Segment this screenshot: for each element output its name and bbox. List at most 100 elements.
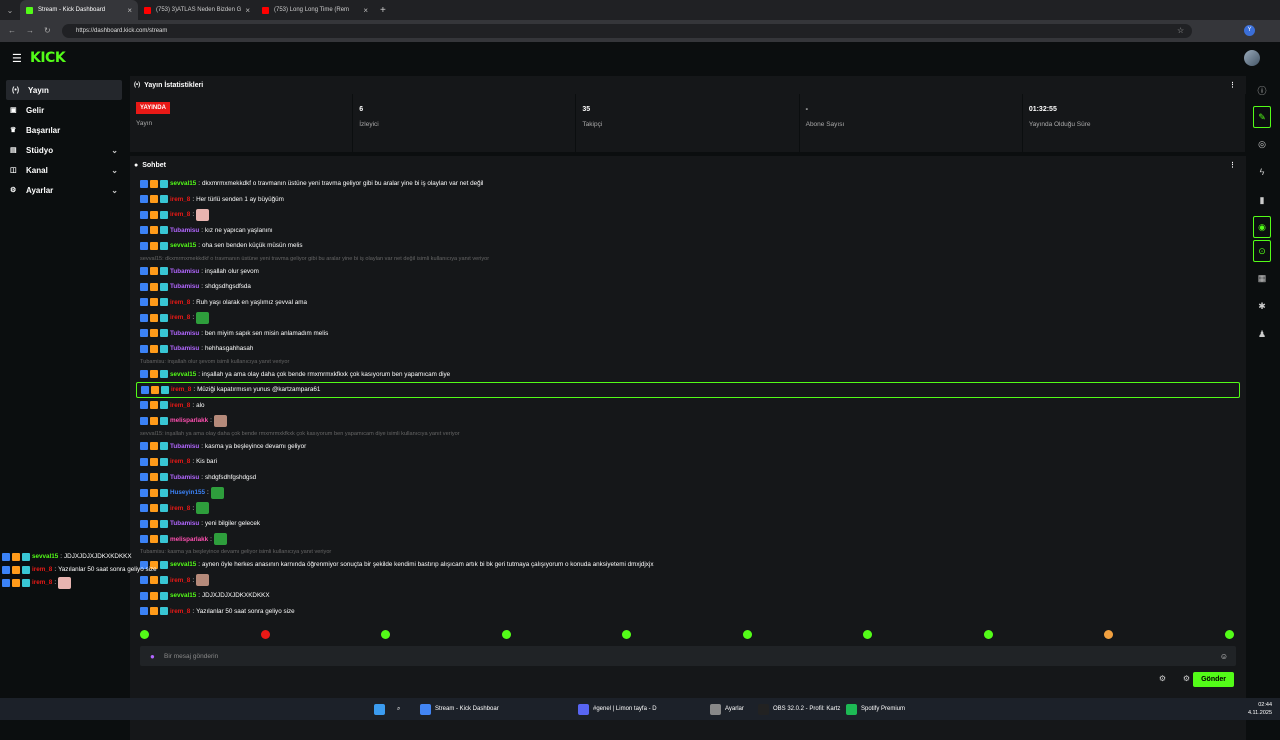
emote-icon[interactable] [502, 630, 511, 639]
emote-icon[interactable] [622, 630, 631, 639]
chat-username[interactable]: irem_8 [170, 211, 190, 218]
mod-icon[interactable]: ▦ [1250, 264, 1274, 292]
sidebar-item-5[interactable]: ⚙Ayarlar⌄ [0, 180, 128, 200]
profile-icon[interactable]: Y [1244, 25, 1255, 36]
mic-icon[interactable]: ● [150, 652, 155, 661]
wrench-icon[interactable]: ✱ [1250, 292, 1274, 320]
chat-username[interactable]: melisparlakk [170, 417, 208, 424]
close-icon[interactable]: × [127, 6, 132, 15]
taskbar-app[interactable]: #genel | Limon tayfa - D [578, 702, 657, 716]
chat-username[interactable]: sevval15 [32, 553, 58, 560]
chat-username[interactable]: Tubamisu [170, 227, 199, 234]
edit-icon[interactable]: ✎ [1253, 106, 1271, 128]
avatar[interactable] [1244, 50, 1260, 66]
browser-tab[interactable]: Stream - Kick Dashboard× [20, 0, 138, 20]
browser-tabstrip: ⌄ Stream - Kick Dashboard×(753) 3)ATLAS … [0, 0, 1280, 20]
camera-icon[interactable]: ◎ [1250, 130, 1274, 158]
chat-username[interactable]: Tubamisu [170, 345, 199, 352]
emote-icon[interactable] [984, 630, 993, 639]
crown-badge-icon [150, 329, 158, 337]
chat-username[interactable]: irem_8 [170, 608, 190, 615]
chat-username[interactable]: sevval15 [170, 592, 196, 599]
sidebar-item-3[interactable]: ▤Stüdyo⌄ [0, 140, 128, 160]
chat-username[interactable]: Huseyin155 [170, 489, 205, 496]
menu-icon[interactable]: ☰ [12, 52, 22, 65]
chevron-down-icon[interactable]: ⌄ [111, 166, 118, 175]
chat-username[interactable]: irem_8 [32, 566, 52, 573]
chat-username[interactable]: irem_8 [170, 458, 190, 465]
chat-username[interactable]: Tubamisu [170, 520, 199, 527]
info-icon[interactable]: ⓘ [1250, 76, 1274, 104]
chat-username[interactable]: sevval15 [170, 561, 196, 568]
chat-separator: : [198, 180, 200, 187]
chat-username[interactable]: irem_8 [170, 402, 190, 409]
sidebar-item-label: Başarılar [26, 126, 60, 135]
sidebar-item-4[interactable]: ◫Kanal⌄ [0, 160, 128, 180]
taskbar-app[interactable]: Spotify Premium [846, 702, 905, 716]
chat-username[interactable]: melisparlakk [170, 536, 208, 543]
emote-icon[interactable] [140, 630, 149, 639]
emoji-icon[interactable]: ☺ [1220, 652, 1228, 661]
chat-username[interactable]: irem_8 [170, 299, 190, 306]
chat-icon[interactable]: ◉ [1253, 216, 1271, 238]
sidebar-item-2[interactable]: ♛Başarılar [0, 120, 128, 140]
chat-username[interactable]: Tubamisu [170, 268, 199, 275]
reload-icon[interactable]: ↻ [44, 26, 51, 35]
bookmark-star-icon[interactable]: ☆ [1177, 26, 1184, 35]
chat-text: Ruh yaşı olarak en yaşlımız şevval ama [196, 299, 307, 306]
stat-card: 01:32:55Yayında Olduğu Süre [1023, 94, 1246, 152]
chat-options-icon[interactable]: ⚙ [1183, 674, 1190, 683]
settings-icon[interactable]: ⚙ [1159, 674, 1166, 683]
chat-username[interactable]: Tubamisu [170, 474, 199, 481]
taskbar-app[interactable]: Stream - Kick Dashboar [420, 702, 499, 716]
url-field[interactable]: https://dashboard.kick.com/stream [62, 24, 1192, 38]
chat-username[interactable]: irem_8 [170, 577, 190, 584]
stat-card: YAYINDAYayın [130, 94, 353, 152]
chat-username[interactable]: sevval15 [170, 371, 196, 378]
chat-username[interactable]: irem_8 [32, 579, 52, 586]
lightning-icon[interactable]: ϟ [1250, 158, 1274, 186]
browser-tab[interactable]: (753) 3)ATLAS Neden Bizden G× [138, 0, 256, 20]
chat-username[interactable]: Tubamisu [170, 283, 199, 290]
tab-menu-icon[interactable]: ⌄ [0, 6, 20, 15]
emote-icon[interactable] [261, 630, 270, 639]
windows-start-icon[interactable] [374, 702, 385, 716]
search-icon[interactable]: ⌕ [397, 702, 400, 716]
system-clock[interactable]: 02:44 4.11.2025 [1248, 701, 1272, 717]
emote-icon[interactable] [863, 630, 872, 639]
more-options-icon[interactable]: ⋮ [1229, 161, 1236, 169]
chat-username[interactable]: sevval15 [170, 180, 196, 187]
send-button[interactable]: Gönder [1193, 672, 1234, 687]
chat-username[interactable]: irem_8 [170, 505, 190, 512]
people-icon[interactable]: ♟ [1250, 320, 1274, 348]
back-icon[interactable]: ← [8, 26, 16, 35]
taskbar-app[interactable]: Ayarlar [710, 702, 744, 716]
sidebar-item-1[interactable]: ▣Gelir [0, 100, 128, 120]
chevron-down-icon[interactable]: ⌄ [111, 186, 118, 195]
chat-input[interactable]: ● Bir mesaj gönderin ☺ [140, 646, 1236, 666]
taskbar-app[interactable]: OBS 32.0.2 - Profil: Kartz [758, 702, 840, 716]
emote-icon[interactable] [1225, 630, 1234, 639]
crown-badge-icon [150, 520, 158, 528]
broadcast-rail-icon[interactable]: ⊙ [1253, 240, 1271, 262]
chat-username[interactable]: irem_8 [170, 314, 190, 321]
emote-icon[interactable] [743, 630, 752, 639]
chevron-down-icon[interactable]: ⌄ [111, 146, 118, 155]
close-icon[interactable]: × [245, 6, 250, 15]
close-icon[interactable]: × [363, 6, 368, 15]
chat-messages[interactable]: sevval15:dkxmrmxmekkdkf o travmanın üstü… [136, 176, 1240, 621]
kick-logo[interactable]: KICK [30, 50, 65, 66]
emote-icon[interactable] [1104, 630, 1113, 639]
sidebar-item-0[interactable]: (•)Yayın [6, 80, 122, 100]
chat-username[interactable]: Tubamisu [170, 443, 199, 450]
new-tab-icon[interactable]: + [380, 5, 386, 16]
clipboard-icon[interactable]: ▮ [1250, 186, 1274, 214]
browser-tab[interactable]: (753) Long Long Time (Rem× [256, 0, 374, 20]
forward-icon[interactable]: → [26, 26, 34, 35]
chat-username[interactable]: irem_8 [171, 386, 191, 393]
chat-username[interactable]: Tubamisu [170, 330, 199, 337]
more-options-icon[interactable]: ⋮ [1229, 81, 1236, 89]
chat-username[interactable]: sevval15 [170, 242, 196, 249]
emote-icon[interactable] [381, 630, 390, 639]
chat-username[interactable]: irem_8 [170, 196, 190, 203]
